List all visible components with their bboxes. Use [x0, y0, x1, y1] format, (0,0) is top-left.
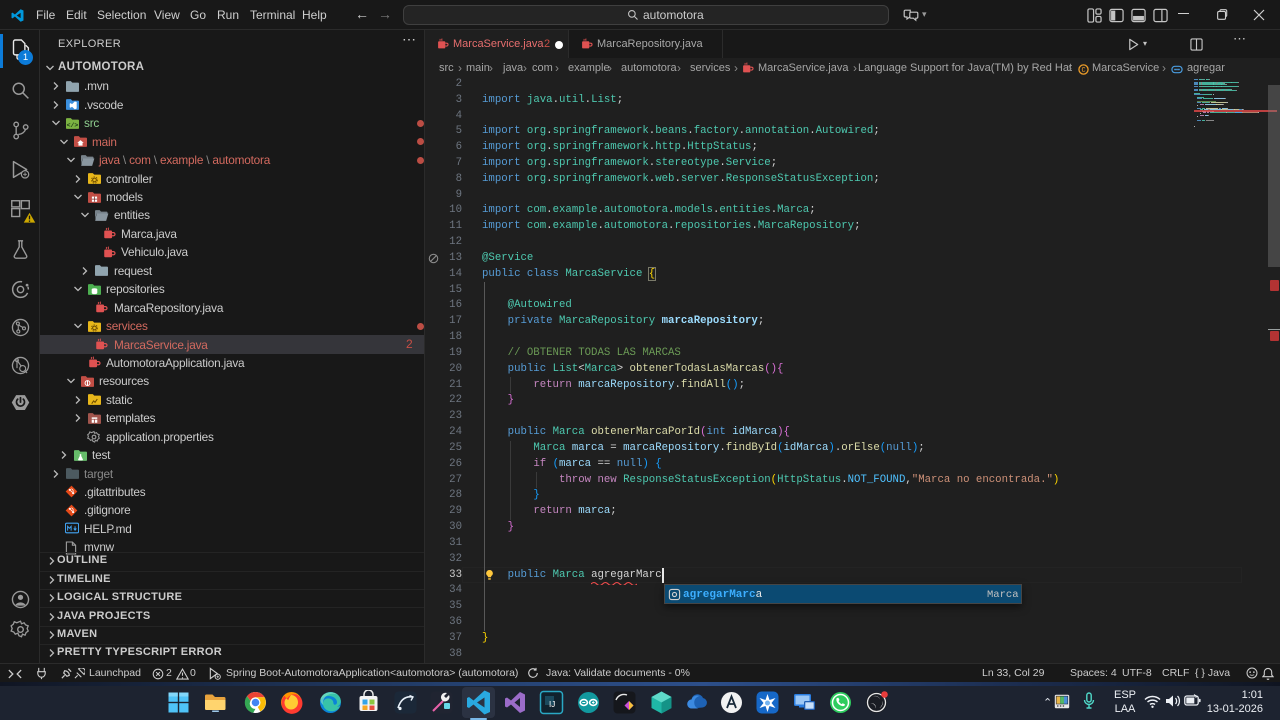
- svg-text:C: C: [1081, 67, 1085, 75]
- svg-text:</>: </>: [67, 122, 79, 129]
- svg-text:IJ: IJ: [549, 700, 555, 709]
